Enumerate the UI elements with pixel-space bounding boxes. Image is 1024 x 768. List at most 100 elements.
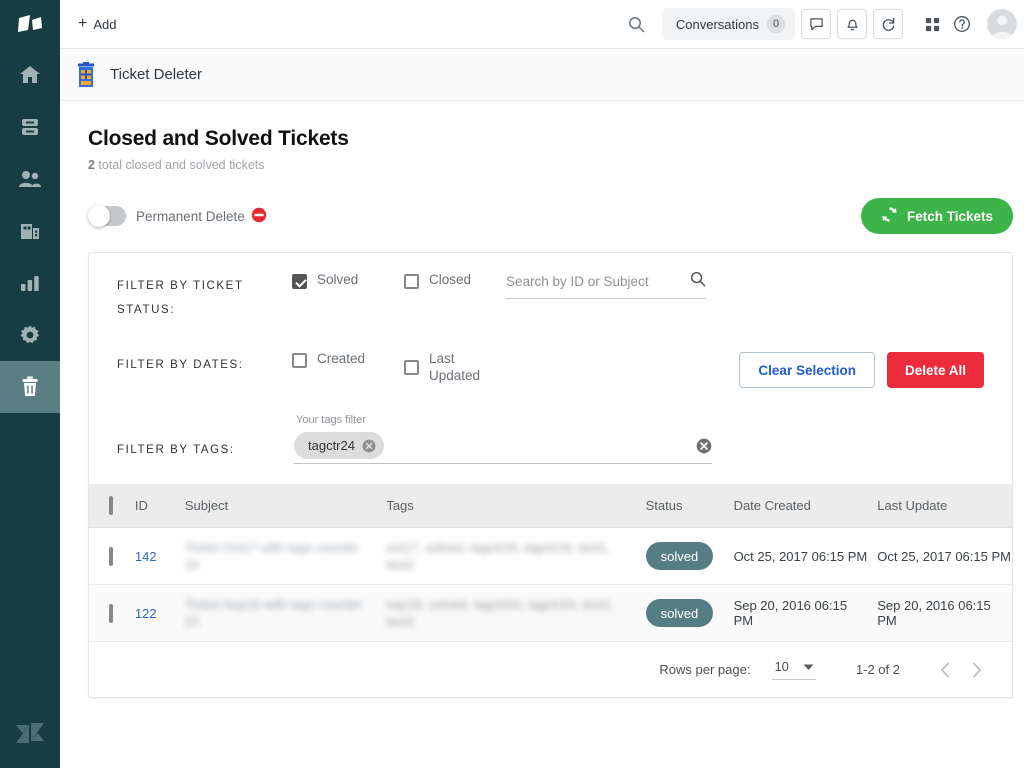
checkbox-solved[interactable]: Solved <box>292 271 404 289</box>
sidebar-item-home[interactable] <box>0 49 60 101</box>
bell-icon[interactable] <box>837 9 867 39</box>
row-subject-cell: Ticket Oct17 with tags counter 24 <box>184 527 387 585</box>
permanent-delete-control: Permanent Delete <box>88 205 267 227</box>
checkbox-last-updated[interactable]: Last Updated <box>404 350 504 384</box>
page-title: Closed and Solved Tickets <box>88 127 349 150</box>
main-area: + Add Conversations 0 Ticket Deleter Clo… <box>60 0 1024 768</box>
filter-row-status: FILTER BY TICKET STATUS: Solved Closed <box>117 271 984 322</box>
filter-row-dates: FILTER BY DATES: Created Last Updated Cl… <box>117 350 984 394</box>
remove-chip-icon[interactable] <box>362 439 376 453</box>
checkbox-last-updated-box[interactable] <box>404 360 419 375</box>
tags-field-label: Your tags filter <box>296 414 366 426</box>
clear-selection-button[interactable]: Clear Selection <box>739 352 875 388</box>
trash-icon <box>20 376 40 398</box>
checkbox-closed-label: Closed <box>429 272 472 287</box>
user-avatar-icon[interactable] <box>987 9 1017 39</box>
filter-tags-label: FILTER BY TAGS: <box>117 443 235 456</box>
chevron-left-icon[interactable] <box>940 662 950 678</box>
page-subtitle-text: total closed and solved tickets <box>94 158 265 172</box>
row-select-cell <box>89 584 135 642</box>
trash-can-app-icon <box>74 61 98 88</box>
delete-all-button[interactable]: Delete All <box>886 352 984 388</box>
permanent-delete-label: Permanent Delete <box>136 208 245 224</box>
permanent-delete-toggle[interactable] <box>88 205 126 227</box>
select-all-header <box>89 484 135 528</box>
sidebar-item-reporting[interactable] <box>0 257 60 309</box>
refresh-icon[interactable] <box>873 9 903 39</box>
checkbox-solved-box[interactable] <box>292 274 307 289</box>
pagination-range: 1-2 of 2 <box>855 662 900 677</box>
sidebar-item-views[interactable] <box>0 101 60 153</box>
building-icon <box>19 221 41 241</box>
select-all-checkbox[interactable] <box>109 496 113 515</box>
rows-per-page-value: 10 <box>774 659 789 674</box>
no-entry-icon <box>251 207 267 226</box>
column-header-id[interactable]: ID <box>134 484 185 528</box>
row-status-cell: solved <box>645 584 734 642</box>
table-row[interactable]: 142 Ticket Oct17 with tags counter 24 oc… <box>89 527 1012 585</box>
sidebar-item-customers[interactable] <box>0 153 60 205</box>
checkbox-closed-box[interactable] <box>404 274 419 289</box>
clear-field-icon[interactable] <box>696 438 712 454</box>
checkbox-created[interactable]: Created <box>292 350 404 368</box>
ticket-id-link[interactable]: 122 <box>135 606 157 621</box>
checkbox-created-box[interactable] <box>292 353 307 368</box>
zendesk-z-icon <box>0 698 60 768</box>
row-id-cell: 142 <box>134 527 185 585</box>
speech-bubble-icon[interactable] <box>801 9 831 39</box>
action-row: Permanent Delete Fetch Tickets <box>88 198 1013 234</box>
sidebar-item-ticket-deleter[interactable] <box>0 361 60 413</box>
status-badge: solved <box>645 599 714 627</box>
status-badge: solved <box>645 542 714 570</box>
ticket-id-link[interactable]: 142 <box>135 549 157 564</box>
search-field[interactable] <box>506 271 706 299</box>
help-circle-icon[interactable] <box>947 9 977 39</box>
checkbox-created-label: Created <box>317 351 366 366</box>
fetch-tickets-button[interactable]: Fetch Tickets <box>860 198 1013 234</box>
search-input[interactable] <box>506 274 690 289</box>
rows-per-page-label: Rows per page: <box>659 662 751 677</box>
ticket-subject: Ticket Sep16 with tags counter 24 <box>184 597 363 629</box>
views-icon <box>19 117 41 137</box>
row-tags-cell: oct17, solved, tagctr24, tagctr24, test1… <box>386 527 646 585</box>
table-row[interactable]: 122 Ticket Sep16 with tags counter 24 se… <box>89 584 1012 642</box>
filters-section: FILTER BY TICKET STATUS: Solved Closed S… <box>89 253 1012 484</box>
column-header-date-created[interactable]: Date Created <box>733 484 878 528</box>
row-last-update-cell: Oct 25, 2017 06:15 PM <box>877 527 1012 585</box>
row-status-cell: solved <box>645 527 734 585</box>
refresh-icon <box>881 206 898 226</box>
sidebar-item-organizations[interactable] <box>0 205 60 257</box>
sidebar-item-admin[interactable] <box>0 309 60 361</box>
row-checkbox[interactable] <box>109 603 113 623</box>
checkbox-closed[interactable]: Closed <box>404 271 504 289</box>
column-header-subject[interactable]: Subject <box>184 484 387 528</box>
tag-chip[interactable]: tagctr24 <box>294 432 384 459</box>
row-last-update-cell: Sep 20, 2016 06:15 PM <box>877 584 1012 642</box>
filter-dates-label: FILTER BY DATES: <box>117 359 244 371</box>
rows-per-page-select[interactable]: 10 <box>772 659 816 680</box>
search-icon[interactable] <box>690 271 706 292</box>
column-header-last-update[interactable]: Last Update <box>877 484 1012 528</box>
fetch-tickets-label: Fetch Tickets <box>906 208 993 224</box>
add-button-label: Add <box>93 16 117 32</box>
row-checkbox[interactable] <box>109 546 113 566</box>
search-icon[interactable] <box>622 9 652 39</box>
tickets-table: ID Subject Tags Status Date Created Last… <box>89 484 1012 642</box>
table-head: ID Subject Tags Status Date Created Last… <box>89 484 1012 528</box>
chevron-down-icon <box>803 659 814 674</box>
checkbox-last-updated-label: Last Updated <box>429 351 481 383</box>
tags-filter-field[interactable]: Your tags filter tagctr24 <box>294 414 712 464</box>
tickets-card: FILTER BY TICKET STATUS: Solved Closed S… <box>88 252 1013 698</box>
bar-chart-icon <box>19 274 41 292</box>
column-header-tags[interactable]: Tags <box>386 484 646 528</box>
grid-apps-icon[interactable] <box>917 9 947 39</box>
column-header-status[interactable]: Status <box>645 484 734 528</box>
conversations-label: Conversations <box>675 16 759 32</box>
zendesk-logo-icon[interactable] <box>0 0 60 49</box>
row-date-created-cell: Oct 25, 2017 06:15 PM <box>733 527 878 585</box>
row-select-cell <box>89 527 135 585</box>
add-button[interactable]: + Add <box>72 12 122 36</box>
row-id-cell: 122 <box>134 584 185 642</box>
chevron-right-icon[interactable] <box>972 662 982 678</box>
conversations-button[interactable]: Conversations 0 <box>661 8 795 40</box>
